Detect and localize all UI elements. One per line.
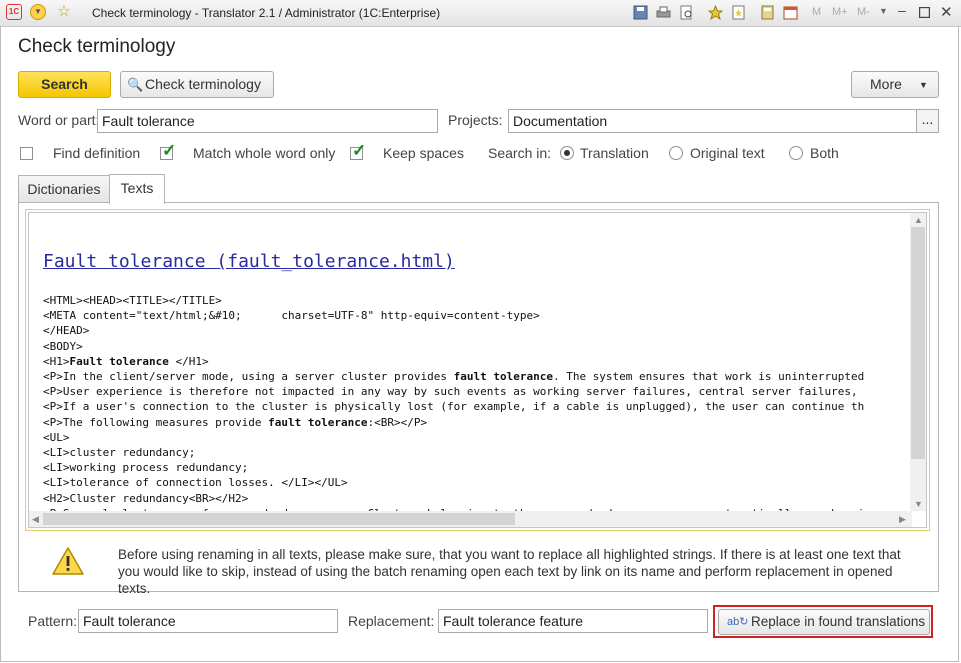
calendar-icon[interactable] bbox=[783, 5, 798, 20]
scroll-up-icon[interactable]: ▲ bbox=[914, 215, 923, 225]
more-label: More bbox=[870, 76, 902, 92]
scroll-left-icon[interactable]: ◀ bbox=[32, 514, 39, 525]
more-menu-button[interactable]: More ▼ bbox=[851, 71, 939, 98]
horizontal-scrollbar[interactable]: ◀ ▶ bbox=[29, 511, 912, 527]
memory-store-button[interactable]: M bbox=[812, 6, 821, 18]
document-source-line: <P>User experience is therefore not impa… bbox=[43, 385, 858, 399]
scroll-down-icon[interactable]: ▼ bbox=[914, 499, 923, 509]
document-source-line: <H1>Fault tolerance </H1> bbox=[43, 354, 209, 368]
close-icon[interactable]: ✕ bbox=[940, 3, 953, 21]
vertical-scrollbar[interactable]: ▲ ▼ bbox=[910, 213, 926, 511]
calculator-icon[interactable] bbox=[760, 5, 775, 20]
word-input[interactable]: Fault tolerance bbox=[97, 109, 438, 133]
window-menu-chevron-icon[interactable]: ▼ bbox=[879, 6, 888, 16]
maximize-icon[interactable] bbox=[919, 7, 930, 18]
search-in-translation-label: Translation bbox=[580, 145, 649, 161]
document-source-line: <H2>Cluster redundancy<BR></H2> bbox=[43, 491, 249, 505]
search-in-both-radio[interactable] bbox=[789, 146, 803, 160]
memory-subtract-button[interactable]: M- bbox=[857, 6, 870, 18]
window-title: Check terminology - Translator 2.1 / Adm… bbox=[92, 6, 441, 20]
radio-selected-dot bbox=[564, 150, 570, 156]
keep-spaces-checkbox[interactable]: ✓ bbox=[350, 141, 366, 160]
tab-texts[interactable]: Texts bbox=[109, 174, 165, 204]
document-source-line: <P>In the client/server mode, using a se… bbox=[43, 370, 865, 384]
replacement-input[interactable]: Fault tolerance feature bbox=[438, 609, 708, 633]
word-label: Word or part: bbox=[18, 112, 100, 128]
match-whole-word-checkbox[interactable]: ✓ bbox=[160, 141, 176, 160]
highlighted-term: fault tolerance bbox=[453, 370, 553, 384]
document-source-line: <META content="text/html;&#10; charset=U… bbox=[43, 309, 540, 323]
document-source-line: <P>If a user's connection to the cluster… bbox=[43, 400, 865, 414]
keep-spaces-label: Keep spaces bbox=[383, 145, 464, 161]
document-source-line: <UL> bbox=[43, 430, 70, 444]
projects-select-button[interactable]: ... bbox=[916, 109, 939, 133]
memory-add-button[interactable]: M+ bbox=[832, 6, 848, 18]
check-terminology-button[interactable]: 🔍 Check terminology bbox=[120, 71, 274, 98]
checkmark-icon: ✓ bbox=[352, 141, 367, 160]
checkmark-icon: ✓ bbox=[162, 141, 177, 160]
document-source: <HTML><HEAD><TITLE></TITLE> <META content… bbox=[43, 293, 864, 521]
app-logo-icon: 1C bbox=[6, 4, 22, 20]
warning-icon bbox=[52, 547, 84, 575]
tab-dictionaries[interactable]: Dictionaries bbox=[18, 175, 110, 203]
print-icon[interactable] bbox=[656, 5, 671, 20]
projects-input[interactable]: Documentation bbox=[508, 109, 917, 133]
highlighted-term: fault tolerance bbox=[268, 415, 368, 429]
favorites-star-icon[interactable]: ☆ bbox=[56, 4, 72, 20]
document-viewer[interactable]: Fault tolerance (fault_tolerance.html) <… bbox=[28, 212, 927, 528]
pattern-input[interactable]: Fault tolerance bbox=[78, 609, 338, 633]
pattern-label: Pattern: bbox=[28, 613, 78, 629]
bookmark-icon[interactable] bbox=[731, 5, 746, 20]
document-link[interactable]: Fault tolerance (fault_tolerance.html) bbox=[43, 251, 455, 272]
preview-icon[interactable] bbox=[679, 5, 694, 20]
search-in-label: Search in: bbox=[488, 145, 552, 161]
replace-button-highlight bbox=[713, 605, 933, 638]
highlighted-term: Fault tolerance bbox=[69, 354, 169, 368]
document-source-line: </HEAD> bbox=[43, 324, 90, 338]
scroll-right-icon[interactable]: ▶ bbox=[899, 514, 906, 525]
horizontal-scroll-thumb[interactable] bbox=[43, 513, 515, 525]
projects-label: Projects: bbox=[448, 112, 503, 128]
chevron-down-icon: ▼ bbox=[919, 80, 928, 90]
check-terminology-label: Check terminology bbox=[145, 76, 261, 92]
find-definition-label: Find definition bbox=[53, 145, 141, 161]
save-icon[interactable] bbox=[633, 5, 648, 20]
find-definition-checkbox[interactable] bbox=[20, 147, 33, 160]
search-in-original-radio[interactable] bbox=[669, 146, 683, 160]
match-whole-word-label: Match whole word only bbox=[193, 145, 336, 161]
document-source-line: <P>The following measures provide fault … bbox=[43, 415, 428, 429]
document-source-line: <LI>tolerance of connection losses. </LI… bbox=[43, 476, 348, 490]
form-title: Check terminology bbox=[18, 36, 176, 57]
document-source-line: <LI>cluster redundancy; bbox=[43, 446, 196, 460]
add-favorite-icon[interactable] bbox=[708, 5, 723, 20]
window-title-bar: 1C ▼ ☆ Check terminology - Translator 2.… bbox=[0, 0, 961, 27]
search-in-both-label: Both bbox=[810, 145, 839, 161]
menu-dropdown-icon[interactable]: ▼ bbox=[30, 4, 46, 20]
replacement-label: Replacement: bbox=[348, 613, 435, 629]
warning-message: Before using renaming in all texts, plea… bbox=[118, 547, 901, 596]
document-source-line: <HTML><HEAD><TITLE></TITLE> bbox=[43, 294, 222, 307]
magnifier-icon: 🔍 bbox=[127, 77, 144, 92]
search-in-original-label: Original text bbox=[690, 145, 765, 161]
minimize-icon[interactable]: – bbox=[898, 2, 906, 18]
vertical-scroll-thumb[interactable] bbox=[911, 227, 925, 459]
search-in-translation-radio[interactable] bbox=[560, 146, 574, 160]
document-source-line: <BODY> bbox=[43, 339, 83, 353]
document-source-line: <LI>working process redundancy; bbox=[43, 461, 249, 475]
search-button[interactable]: Search bbox=[18, 71, 111, 98]
